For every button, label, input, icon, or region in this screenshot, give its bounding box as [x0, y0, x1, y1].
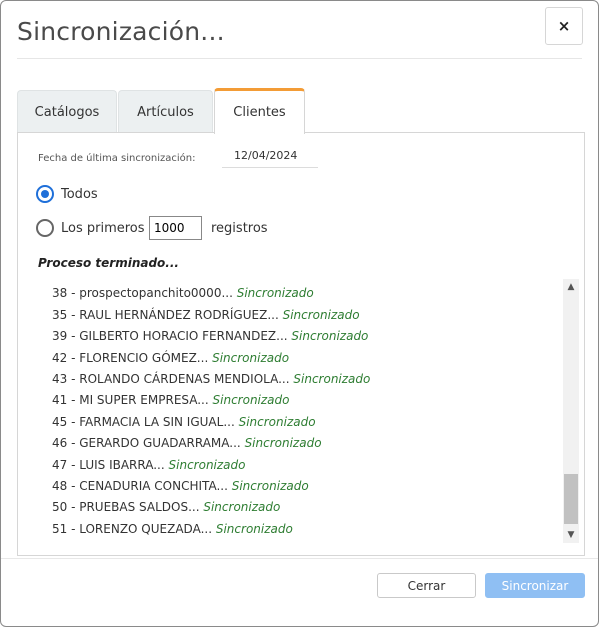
log-item-name: 51 - LORENZO QUEZADA...: [52, 522, 213, 536]
last-sync-date: 12/04/2024: [222, 146, 318, 168]
log-item: 39 - GILBERTO HORACIO FERNANDEZ... Sincr…: [52, 326, 368, 347]
log-item: 35 - RAUL HERNÁNDEZ RODRÍGUEZ... Sincron…: [52, 305, 360, 326]
log-item: 48 - CENADURIA CONCHITA... Sincronizado: [52, 476, 309, 497]
dialog-header: Sincronización... ×: [1, 1, 598, 59]
log-item-name: 43 - ROLANDO CÁRDENAS MENDIOLA...: [52, 372, 290, 386]
tab-catalogos[interactable]: Catálogos: [17, 90, 117, 133]
clientes-panel: Fecha de última sincronización: 12/04/20…: [17, 132, 585, 556]
log-item-status: Sincronizado: [231, 479, 309, 493]
radio-all-label: Todos: [61, 187, 98, 202]
close-dialog-button[interactable]: Cerrar: [377, 573, 476, 598]
process-status: Proceso terminado...: [38, 256, 179, 270]
log-item-status: Sincronizado: [282, 308, 360, 322]
log-item-status: Sincronizado: [215, 522, 293, 536]
log-item-status: Sincronizado: [212, 351, 290, 365]
log-item-status: Sincronizado: [291, 329, 369, 343]
log-item-name: 48 - CENADURIA CONCHITA...: [52, 479, 228, 493]
log-item-status: Sincronizado: [244, 436, 322, 450]
records-label: registros: [211, 221, 268, 236]
log-item-status: Sincronizado: [212, 393, 290, 407]
log-item: 42 - FLORENCIO GÓMEZ... Sincronizado: [52, 348, 289, 369]
log-item-status: Sincronizado: [238, 415, 316, 429]
log-item-status: Sincronizado: [293, 372, 371, 386]
scroll-thumb[interactable]: [564, 474, 578, 524]
last-sync-label: Fecha de última sincronización:: [38, 153, 196, 164]
radio-first[interactable]: [36, 219, 54, 237]
log-item: 46 - GERARDO GUADARRAMA... Sincronizado: [52, 433, 322, 454]
log-item-name: 50 - PRUEBAS SALDOS...: [52, 500, 200, 514]
log-item-name: 45 - FARMACIA LA SIN IGUAL...: [52, 415, 235, 429]
sync-log[interactable]: 38 - prospectopanchito0000... Sincroniza…: [38, 279, 581, 543]
scroll-down-icon[interactable]: ▼: [563, 527, 579, 543]
tab-articulos[interactable]: Artículos: [118, 90, 213, 133]
sync-dialog: Sincronización... × Catálogos Artículos …: [0, 0, 599, 627]
log-item-name: 41 - MI SUPER EMPRESA...: [52, 393, 209, 407]
log-item: 38 - prospectopanchito0000... Sincroniza…: [52, 283, 314, 304]
scroll-up-icon[interactable]: ▲: [563, 279, 579, 295]
log-item: 41 - MI SUPER EMPRESA... Sincronizado: [52, 390, 290, 411]
radio-first-label: Los primeros: [61, 221, 145, 236]
log-item-name: 46 - GERARDO GUADARRAMA...: [52, 436, 241, 450]
record-count-input[interactable]: [149, 216, 202, 240]
close-icon: ×: [557, 17, 571, 35]
log-item: 50 - PRUEBAS SALDOS... Sincronizado: [52, 497, 280, 518]
footer-divider: [1, 558, 598, 559]
synchronize-button[interactable]: Sincronizar: [485, 573, 585, 598]
log-item-status: Sincronizado: [236, 286, 314, 300]
log-item-name: 42 - FLORENCIO GÓMEZ...: [52, 351, 209, 365]
log-item-name: 38 - prospectopanchito0000...: [52, 286, 233, 300]
log-item: 43 - ROLANDO CÁRDENAS MENDIOLA... Sincro…: [52, 369, 370, 390]
log-item-name: 47 - LUIS IBARRA...: [52, 458, 165, 472]
tab-clientes[interactable]: Clientes: [214, 88, 305, 134]
radio-all[interactable]: [36, 185, 54, 203]
dialog-title: Sincronización...: [17, 17, 225, 46]
log-item: 47 - LUIS IBARRA... Sincronizado: [52, 455, 246, 476]
log-scrollbar[interactable]: ▲ ▼: [563, 279, 579, 543]
close-button[interactable]: ×: [545, 7, 583, 45]
log-item-name: 35 - RAUL HERNÁNDEZ RODRÍGUEZ...: [52, 308, 279, 322]
log-item: 45 - FARMACIA LA SIN IGUAL... Sincroniza…: [52, 412, 316, 433]
log-item-status: Sincronizado: [203, 500, 281, 514]
log-item-name: 39 - GILBERTO HORACIO FERNANDEZ...: [52, 329, 288, 343]
log-item-status: Sincronizado: [168, 458, 246, 472]
log-item: 51 - LORENZO QUEZADA... Sincronizado: [52, 519, 293, 540]
header-divider: [17, 58, 582, 59]
